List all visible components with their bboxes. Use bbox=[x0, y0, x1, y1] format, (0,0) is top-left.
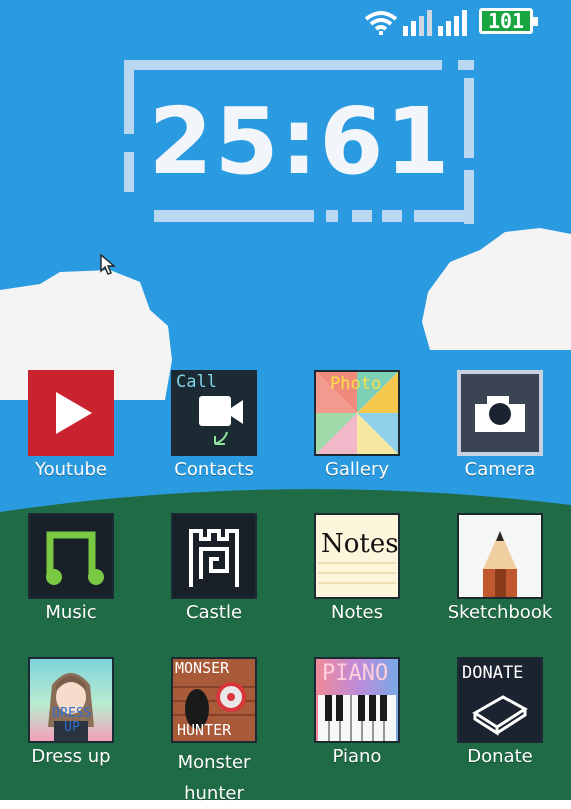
app-monster-hunter[interactable]: MONSER HUNTER Monster hunter bbox=[154, 657, 274, 809]
tile-text: HUNTER bbox=[177, 721, 232, 739]
app-label: Donate bbox=[467, 746, 533, 767]
app-music[interactable]: Music bbox=[11, 513, 131, 623]
play-icon bbox=[28, 370, 114, 456]
monster-hunter-icon: MONSER HUNTER bbox=[171, 657, 257, 743]
tile-text: MONSER bbox=[175, 659, 230, 677]
piano-icon: PIANO bbox=[314, 657, 400, 743]
cloud-right bbox=[422, 228, 571, 350]
mouse-cursor-icon bbox=[100, 253, 116, 280]
app-label: Notes bbox=[331, 602, 383, 623]
tile-text: Notes bbox=[321, 529, 399, 559]
app-gallery[interactable]: Photo Gallery bbox=[297, 370, 417, 480]
clock-time: 25:61 bbox=[148, 88, 452, 195]
app-sketchbook[interactable]: Sketchbook bbox=[440, 513, 560, 623]
app-label: Music bbox=[45, 602, 97, 623]
app-castle[interactable]: Castle bbox=[154, 513, 274, 623]
music-note-icon bbox=[28, 513, 114, 599]
app-label: Camera bbox=[464, 459, 536, 480]
battery-indicator: 101 bbox=[479, 8, 538, 34]
app-camera[interactable]: Camera bbox=[440, 370, 560, 480]
pencil-icon bbox=[457, 513, 543, 599]
app-label: Piano bbox=[332, 746, 382, 767]
donate-icon: DONATE bbox=[457, 657, 543, 743]
app-notes[interactable]: Notes Notes bbox=[297, 513, 417, 623]
app-donate[interactable]: DONATE Donate bbox=[440, 657, 560, 767]
video-call-icon: Call bbox=[171, 370, 257, 456]
tile-text: DRESS UP bbox=[52, 706, 92, 735]
tile-text: Photo bbox=[330, 374, 382, 394]
castle-icon bbox=[171, 513, 257, 599]
app-label: Castle bbox=[185, 602, 243, 623]
photo-pinwheel-icon: Photo bbox=[314, 370, 400, 456]
app-piano[interactable]: PIANO Piano bbox=[297, 657, 417, 767]
signal-bars-icon bbox=[438, 10, 467, 36]
notes-icon: Notes bbox=[314, 513, 400, 599]
signal-bars-icon bbox=[403, 10, 432, 36]
app-contacts[interactable]: Call Contacts bbox=[154, 370, 274, 480]
app-label: Gallery bbox=[324, 459, 390, 480]
app-youtube[interactable]: Youtube bbox=[11, 370, 131, 480]
wifi-icon bbox=[364, 11, 398, 35]
app-label: Dress up bbox=[31, 746, 111, 767]
camera-icon bbox=[457, 370, 543, 456]
app-label: Contacts bbox=[174, 459, 254, 480]
app-label: Sketchbook bbox=[447, 602, 553, 623]
app-dress-up[interactable]: DRESS UP Dress up bbox=[11, 657, 131, 767]
dress-up-icon: DRESS UP bbox=[28, 657, 114, 743]
app-label: Youtube bbox=[35, 459, 107, 480]
